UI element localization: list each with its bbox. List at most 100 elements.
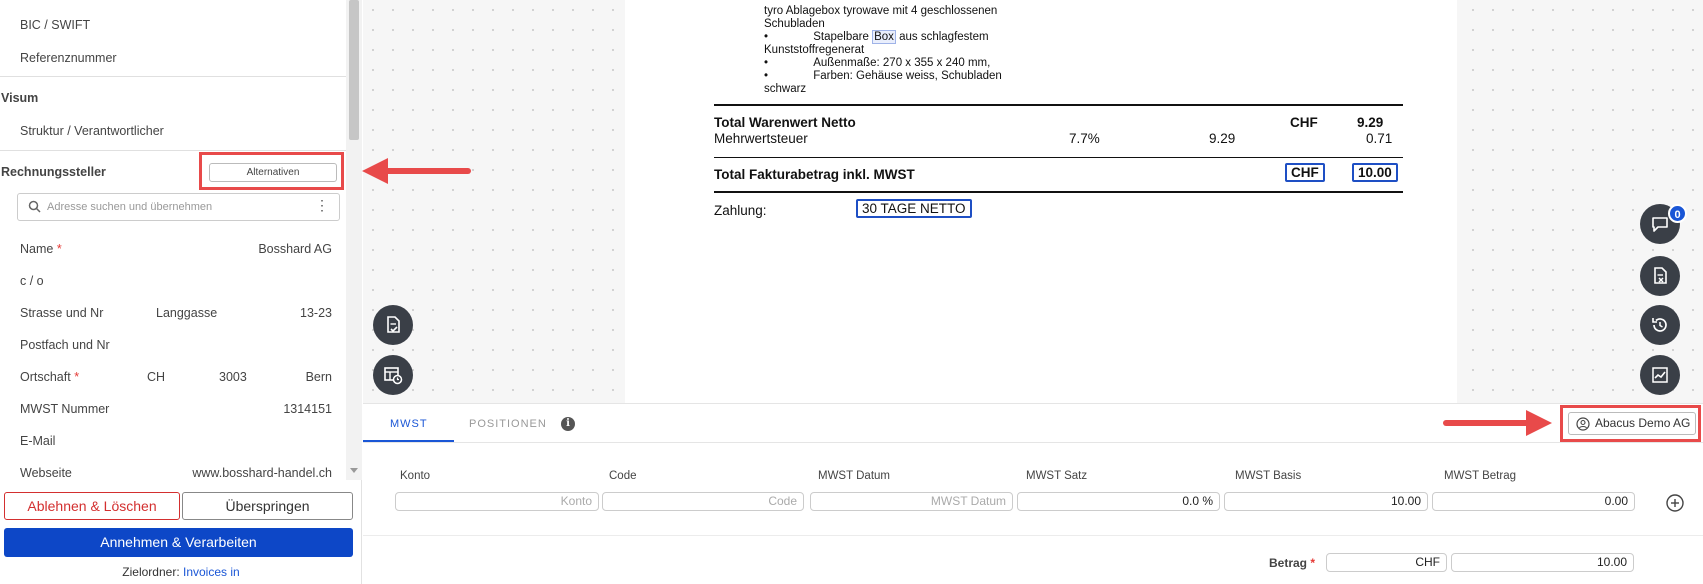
search-icon bbox=[28, 200, 41, 213]
tab-positionen[interactable]: POSITIONEN bbox=[469, 418, 547, 430]
total-netto-val: 9.29 bbox=[1357, 115, 1384, 130]
doc-word: aus schlagfestem bbox=[899, 31, 989, 43]
doc-line: schwarz bbox=[764, 83, 807, 95]
struktur-row[interactable]: Struktur / Verantwortlicher bbox=[20, 124, 332, 138]
divider bbox=[0, 150, 346, 151]
scroll-down-icon[interactable] bbox=[350, 468, 358, 473]
zahlung-label: Zahlung: bbox=[714, 203, 767, 218]
doc-line: • Außenmaße: 270 x 355 x 240 mm, bbox=[764, 57, 990, 69]
sidebar-scrollbar[interactable] bbox=[346, 0, 362, 480]
col-header-mwst-basis: MWST Basis bbox=[1235, 470, 1302, 482]
mwst-betrag-input[interactable]: 0.00 bbox=[1432, 492, 1635, 511]
strasse-label: Strasse und Nr bbox=[20, 306, 104, 320]
table-clock-button[interactable] bbox=[373, 355, 413, 395]
konto-input[interactable]: Konto bbox=[395, 492, 599, 511]
tab-mwst[interactable]: MWST bbox=[390, 418, 428, 430]
betrag-text: Betrag bbox=[1269, 556, 1308, 570]
name-label: Name bbox=[20, 242, 54, 256]
doc-line: • Farben: Gehäuse weiss, Schubladen bbox=[764, 70, 1002, 82]
doc-line: Schubladen bbox=[764, 18, 825, 30]
more-vertical-icon[interactable]: ⋮ bbox=[315, 198, 329, 212]
referenz-label: Referenznummer bbox=[20, 51, 117, 65]
reject-delete-button[interactable]: Ablehnen & Löschen bbox=[4, 492, 180, 520]
total-inkl-label: Total Fakturabetrag inkl. MWST bbox=[714, 167, 915, 182]
required-mark: * bbox=[56, 242, 62, 256]
col-header-mwst-betrag: MWST Betrag bbox=[1444, 470, 1516, 482]
betrag-amount-input[interactable]: 10.00 bbox=[1451, 553, 1634, 572]
doc-rule bbox=[714, 104, 1403, 106]
target-folder-link[interactable]: Invoices in bbox=[183, 565, 240, 579]
doc-word: Außenmaße: 270 x 355 x 240 mm, bbox=[813, 57, 991, 69]
total-inkl-cur[interactable]: CHF bbox=[1285, 163, 1325, 182]
info-icon[interactable]: i bbox=[561, 417, 575, 431]
scrollbar-thumb[interactable] bbox=[349, 0, 359, 140]
skip-button[interactable]: Überspringen bbox=[182, 492, 353, 520]
referenz-row[interactable]: Referenznummer bbox=[20, 51, 332, 65]
postfach-row[interactable]: Postfach und Nr bbox=[20, 338, 332, 352]
address-search-input[interactable]: Adresse suchen und übernehmen ⋮ bbox=[17, 193, 340, 221]
doc-line: Kunststoffregenerat bbox=[764, 44, 865, 56]
col-header-mwst-satz: MWST Satz bbox=[1026, 470, 1088, 482]
annotation-highlight bbox=[1560, 405, 1701, 442]
zahlung-val[interactable]: 30 TAGE NETTO bbox=[856, 199, 972, 218]
ortschaft-row[interactable]: Ortschaft * CH 3003 Bern bbox=[20, 370, 332, 384]
doc-word: Stapelbare bbox=[813, 31, 869, 43]
mwst-nummer-row[interactable]: MWST Nummer 1314151 bbox=[20, 402, 332, 416]
search-placeholder: Adresse suchen und übernehmen bbox=[47, 201, 213, 213]
doc-rule bbox=[714, 157, 1403, 158]
mwst-doc-label: Mehrwertsteuer bbox=[714, 131, 808, 146]
plz-value: 3003 bbox=[219, 370, 247, 384]
mwst-basis-input[interactable]: 10.00 bbox=[1224, 492, 1428, 511]
col-header-code: Code bbox=[609, 470, 637, 482]
strasse-nr: 13-23 bbox=[300, 306, 332, 320]
total-netto-label: Total Warenwert Netto bbox=[714, 115, 856, 130]
ort-value: Bern bbox=[305, 370, 332, 384]
annotation-highlight bbox=[199, 152, 344, 190]
co-row[interactable]: c / o bbox=[20, 274, 332, 288]
history-icon bbox=[1652, 318, 1667, 332]
bic-row[interactable]: BIC / SWIFT bbox=[20, 18, 332, 32]
annotation-arrow-right-icon bbox=[1443, 410, 1552, 436]
document-remove-icon bbox=[1654, 267, 1667, 284]
comment-count-badge: 0 bbox=[1668, 204, 1687, 223]
bic-label: BIC / SWIFT bbox=[20, 18, 91, 32]
name-row[interactable]: Name * Bosshard AG bbox=[20, 242, 332, 256]
webseite-row[interactable]: Webseite www.bosshard-handel.ch bbox=[20, 466, 332, 480]
bullet: • bbox=[764, 31, 769, 43]
email-row[interactable]: E-Mail bbox=[20, 434, 332, 448]
chart-button[interactable] bbox=[1640, 355, 1680, 395]
rechnungssteller-title: Rechnungssteller bbox=[1, 165, 106, 179]
mwst-label: MWST Nummer bbox=[20, 402, 110, 416]
col-header-konto: Konto bbox=[400, 470, 431, 482]
divider bbox=[363, 535, 1703, 536]
doc-highlight-word: Box bbox=[872, 30, 896, 44]
bullet: • bbox=[764, 57, 769, 69]
document-check-button[interactable] bbox=[373, 305, 413, 345]
comment-icon bbox=[1652, 217, 1668, 232]
visum-title: Visum bbox=[1, 91, 39, 105]
total-inkl-val[interactable]: 10.00 bbox=[1352, 163, 1398, 182]
mwst-satz-input[interactable]: 0.0 % bbox=[1017, 492, 1220, 511]
required-mark: * bbox=[74, 370, 80, 384]
strasse-row[interactable]: Strasse und Nr Langgasse 13-23 bbox=[20, 306, 332, 320]
mwst-datum-input[interactable]: MWST Datum bbox=[810, 492, 1013, 511]
col-header-mwst-datum: MWST Datum bbox=[818, 470, 890, 482]
mwst-doc-rate: 7.7% bbox=[1069, 131, 1100, 146]
webseite-value: www.bosshard-handel.ch bbox=[192, 466, 332, 480]
chart-line-icon bbox=[1652, 367, 1668, 383]
document-remove-button[interactable] bbox=[1640, 256, 1680, 296]
add-row-icon[interactable] bbox=[1665, 493, 1685, 513]
invoice-sidebar: BIC / SWIFT Referenznummer Visum Struktu… bbox=[0, 0, 362, 584]
history-button[interactable] bbox=[1640, 305, 1680, 345]
doc-line: • Stapelbare Box aus schlagfestem bbox=[764, 30, 989, 44]
accept-process-button[interactable]: Annehmen & Verarbeiten bbox=[4, 528, 353, 557]
ortschaft-label: Ortschaft bbox=[20, 370, 71, 384]
strasse-value: Langgasse bbox=[156, 306, 218, 320]
required-mark: * bbox=[1310, 556, 1316, 570]
name-value: Bosshard AG bbox=[258, 242, 332, 256]
total-netto-cur: CHF bbox=[1290, 115, 1318, 130]
document-viewer[interactable]: tyro Ablagebox tyrowave mit 4 geschlosse… bbox=[363, 0, 1703, 403]
code-input[interactable]: Code bbox=[602, 492, 804, 511]
doc-rule bbox=[714, 191, 1403, 193]
betrag-currency-input[interactable]: CHF bbox=[1326, 553, 1447, 572]
